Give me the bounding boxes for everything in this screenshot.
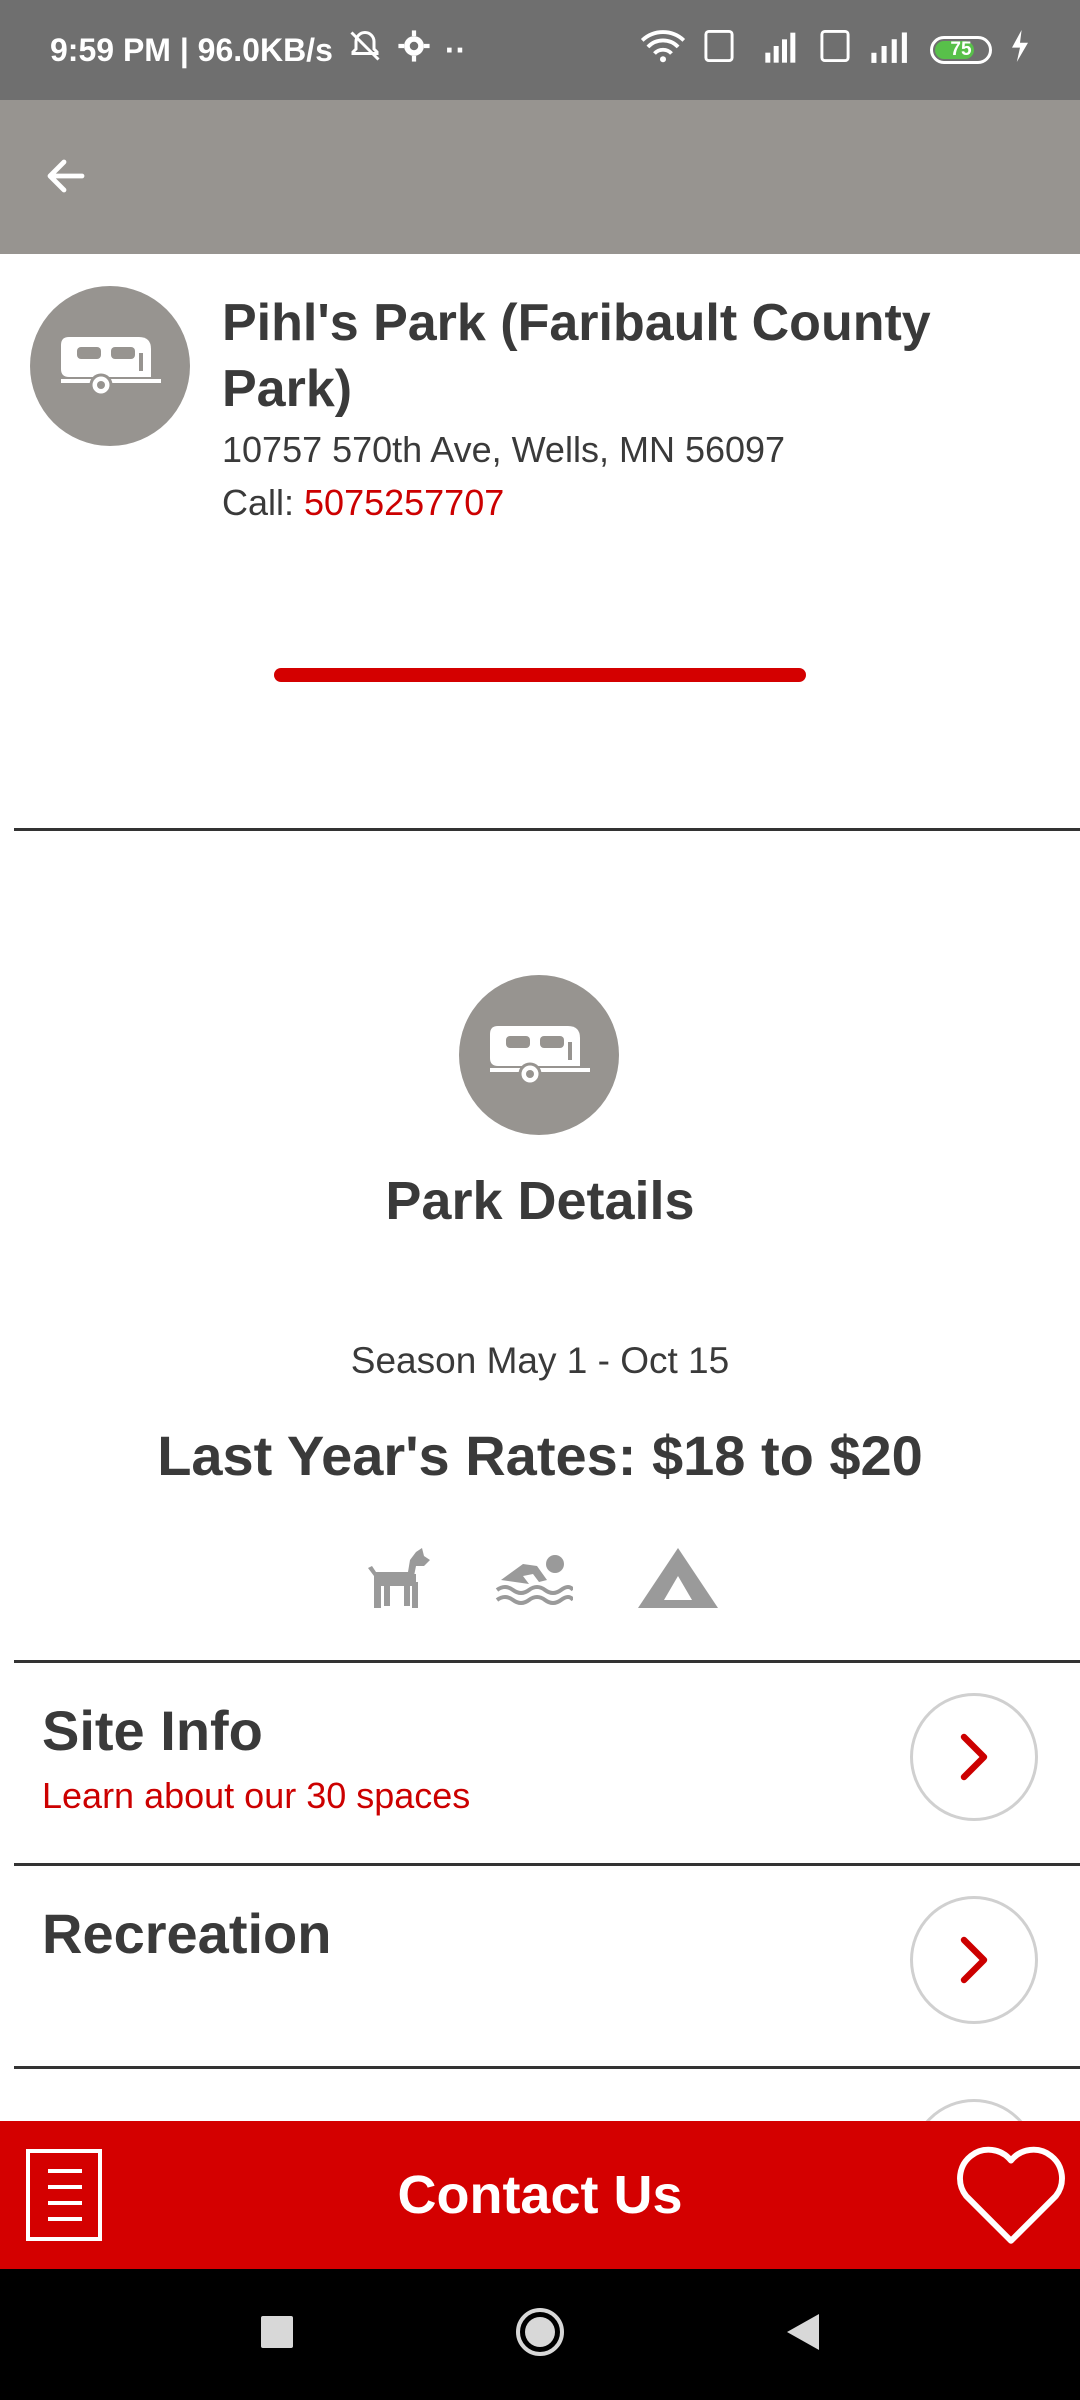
contact-bar: Contact Us	[0, 2121, 1080, 2269]
charging-icon	[1010, 30, 1030, 70]
back-button[interactable]	[30, 140, 102, 212]
volte-icon	[704, 30, 734, 70]
section-divider	[14, 828, 1080, 831]
recreation-title: Recreation	[42, 1902, 332, 1965]
amenities-icons	[360, 1540, 720, 1620]
park-call-line: Call: 5075257707	[222, 482, 504, 524]
square-icon	[261, 2316, 293, 2348]
wifi-icon	[640, 29, 686, 71]
gear-icon	[397, 29, 431, 71]
list-icon	[26, 2149, 102, 2241]
phone-link[interactable]: 5075257707	[304, 482, 504, 523]
volte-icon-2	[820, 30, 850, 70]
battery-level: 75	[950, 39, 972, 60]
status-bar: 9:59 PM | 96.0KB/s ·· 75	[0, 0, 1080, 100]
camper-avatar	[30, 286, 190, 446]
chevron-right-icon	[960, 1936, 988, 1984]
swimming-icon	[493, 1546, 575, 1615]
dog-icon	[360, 1546, 430, 1615]
app-bar	[0, 100, 1080, 254]
details-title: Park Details	[385, 1171, 695, 1231]
loading-indicator-bar	[274, 668, 806, 682]
signal-icon	[868, 29, 912, 71]
list-item-partial[interactable]	[0, 2069, 1080, 2121]
signal-4g-icon	[752, 29, 802, 71]
list-item-site-info[interactable]: Site Info Learn about our 30 spaces	[0, 1663, 1080, 1863]
camper-icon	[490, 1026, 590, 1086]
call-label: Call:	[222, 482, 295, 523]
site-info-title: Site Info	[42, 1699, 263, 1762]
park-header: Pihl's Park (Faribault County Park) 1075…	[0, 254, 1080, 829]
favorite-button[interactable]	[952, 2137, 1070, 2255]
park-name: Pihl's Park (Faribault County Park)	[222, 294, 931, 418]
partial-chevron-button[interactable]	[910, 2099, 1038, 2121]
home-button[interactable]	[515, 2307, 565, 2362]
list-item-recreation[interactable]: Recreation	[0, 1866, 1080, 2066]
system-nav-bar	[0, 2269, 1080, 2400]
recents-button[interactable]	[259, 2314, 295, 2355]
heart-icon	[957, 2146, 1065, 2244]
season-text: Season May 1 - Oct 15	[350, 1340, 730, 1381]
back-nav-button[interactable]	[785, 2312, 821, 2357]
site-info-subtitle: Learn about our 30 spaces	[42, 1775, 471, 1816]
battery-icon: 75	[930, 36, 992, 64]
details-camper-avatar	[459, 975, 619, 1135]
contact-us-button[interactable]: Contact Us	[0, 2121, 1080, 2269]
more-notifications-dots: ··	[444, 31, 467, 68]
chevron-right-icon	[960, 1733, 988, 1781]
site-info-chevron-button[interactable]	[910, 1693, 1038, 1821]
status-time-speed: 9:59 PM | 96.0KB/s	[50, 31, 333, 68]
triangle-back-icon	[787, 2314, 819, 2350]
arrow-left-icon	[47, 159, 85, 193]
circle-icon	[516, 2308, 564, 2356]
menu-list-button[interactable]	[26, 2149, 102, 2241]
recreation-chevron-button[interactable]	[910, 1896, 1038, 2024]
camper-icon	[61, 337, 161, 397]
park-address: 10757 570th Ave, Wells, MN 56097	[222, 429, 786, 470]
tent-icon	[636, 1546, 720, 1615]
rates-text: Last Year's Rates: $18 to $20	[157, 1424, 923, 1487]
mute-icon	[347, 28, 383, 72]
